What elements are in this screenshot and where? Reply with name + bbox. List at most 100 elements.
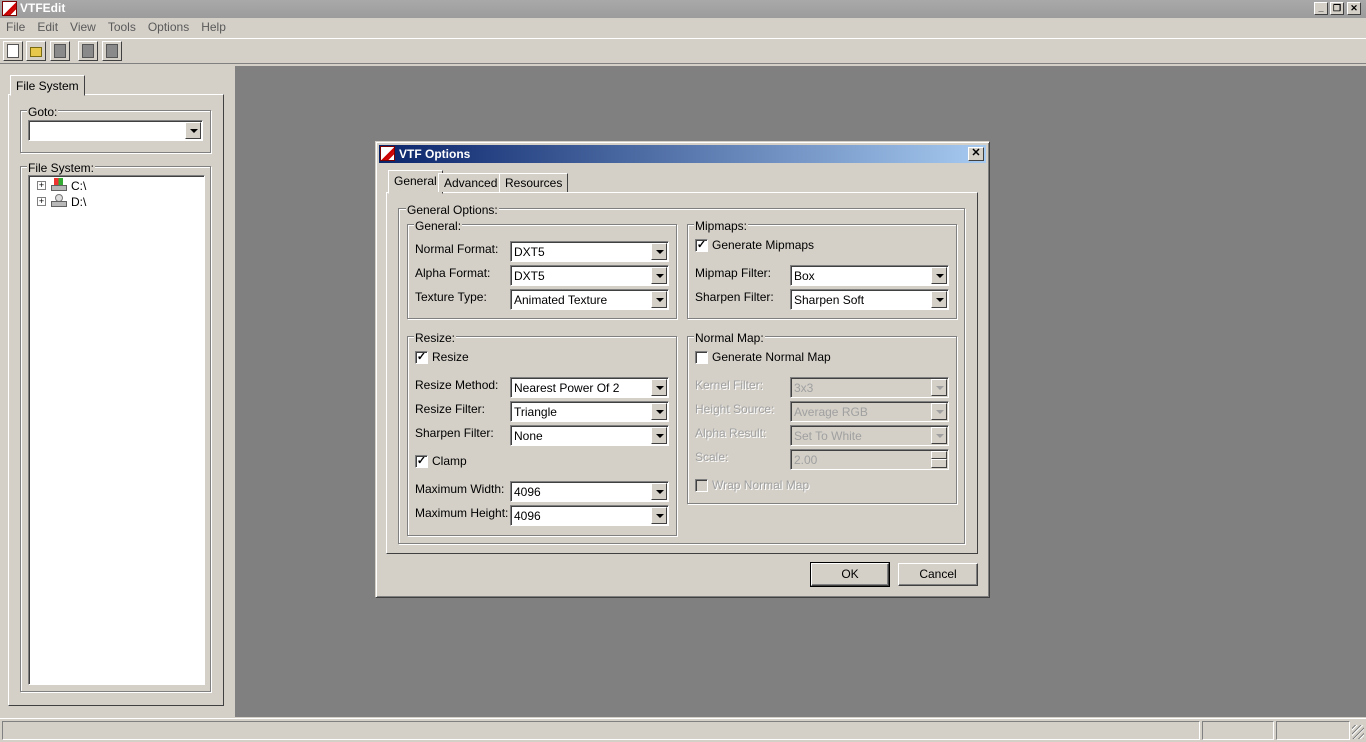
chevron-down-icon[interactable] — [651, 291, 667, 308]
generate-normal-map-checkbox[interactable] — [695, 351, 708, 364]
chevron-down-icon[interactable] — [931, 403, 947, 420]
chevron-down-icon[interactable] — [651, 403, 667, 420]
new-button[interactable] — [3, 41, 23, 61]
spin-up-icon[interactable] — [931, 451, 947, 459]
left-panel: File System Goto: File System: + C:\ + D… — [0, 65, 234, 717]
mipmap-sharpen-select[interactable]: Sharpen Soft — [790, 289, 949, 310]
dialog-close-icon[interactable]: ✕ — [968, 147, 984, 161]
clamp-label: Clamp — [432, 454, 467, 468]
wrap-normal-map-label: Wrap Normal Map — [712, 478, 810, 492]
tree-node-c[interactable]: + C:\ — [37, 178, 187, 194]
status-bar — [0, 718, 1366, 742]
chevron-down-icon[interactable] — [651, 243, 667, 260]
chevron-down-icon[interactable] — [931, 427, 947, 444]
ok-button[interactable]: OK — [810, 562, 890, 587]
max-width-value: 4096 — [514, 485, 541, 499]
resize-method-select[interactable]: Nearest Power Of 2 — [510, 377, 669, 398]
menu-view[interactable]: View — [64, 18, 102, 34]
menu-tools[interactable]: Tools — [102, 18, 142, 34]
max-height-value: 4096 — [514, 509, 541, 523]
expand-icon[interactable]: + — [37, 181, 46, 190]
resize-label: Resize — [432, 350, 469, 364]
texture-type-select[interactable]: Animated Texture — [510, 289, 669, 310]
tree-node-d[interactable]: + D:\ — [37, 194, 187, 210]
menu-options[interactable]: Options — [142, 18, 195, 34]
chevron-down-icon[interactable] — [931, 379, 947, 396]
close-icon[interactable]: ✕ — [1347, 2, 1361, 15]
tree-label-d: D:\ — [71, 195, 87, 209]
chevron-down-icon[interactable] — [651, 507, 667, 524]
tab-resources-label: Resources — [505, 176, 563, 190]
tab-resources[interactable]: Resources — [499, 173, 569, 192]
expand-icon[interactable]: + — [37, 197, 46, 206]
mipmap-sharpen-value: Sharpen Soft — [794, 293, 865, 307]
kernel-filter-select[interactable]: 3x3 — [790, 377, 949, 398]
kernel-filter-value: 3x3 — [794, 381, 814, 395]
resize-sharpen-label: Sharpen Filter: — [415, 426, 494, 440]
drive-c-icon — [51, 178, 67, 192]
mipmap-sharpen-label: Sharpen Filter: — [695, 290, 774, 304]
status-panel-main — [2, 721, 1200, 740]
chevron-down-icon[interactable] — [931, 291, 947, 308]
tab-general[interactable]: General — [388, 170, 443, 194]
alpha-result-value: Set To White — [794, 429, 862, 443]
paste-button[interactable] — [102, 41, 122, 61]
mipmaps-group-label: Mipmaps: — [694, 219, 749, 233]
open-icon — [30, 47, 42, 57]
goto-combo[interactable] — [28, 120, 203, 141]
resize-sharpen-select[interactable]: None — [510, 425, 669, 446]
mipmap-filter-select[interactable]: Box — [790, 265, 949, 286]
chevron-down-icon[interactable] — [651, 379, 667, 396]
alpha-format-select[interactable]: DXT5 — [510, 265, 669, 286]
general-options-label: General Options: — [406, 203, 499, 217]
resize-filter-label: Resize Filter: — [415, 402, 486, 416]
alpha-format-value: DXT5 — [514, 269, 545, 283]
app-title-bar: VTFEdit _ ❐ ✕ — [0, 0, 1366, 18]
tab-file-system[interactable]: File System — [10, 75, 85, 96]
cancel-button[interactable]: Cancel — [898, 563, 978, 586]
chevron-down-icon[interactable] — [651, 267, 667, 284]
wrap-normal-map-checkbox[interactable] — [695, 479, 708, 492]
open-button[interactable] — [26, 41, 46, 61]
resize-filter-value: Triangle — [514, 405, 557, 419]
kernel-filter-label: Kernel Filter: — [695, 378, 764, 392]
windows-flag-icon — [54, 178, 63, 185]
minimize-icon[interactable]: _ — [1314, 2, 1328, 15]
generate-mipmaps-checkbox[interactable]: ✓ — [695, 239, 708, 252]
spin-down-icon[interactable] — [931, 459, 947, 468]
menu-bar: File Edit View Tools Options Help — [0, 18, 1366, 38]
resize-method-label: Resize Method: — [415, 378, 499, 392]
file-system-label: File System: — [27, 161, 96, 175]
menu-edit[interactable]: Edit — [31, 18, 64, 34]
texture-type-label: Texture Type: — [415, 290, 487, 304]
clamp-checkbox[interactable]: ✓ — [415, 455, 428, 468]
chevron-down-icon[interactable] — [651, 427, 667, 444]
normal-map-group-label: Normal Map: — [694, 331, 765, 345]
resize-filter-select[interactable]: Triangle — [510, 401, 669, 422]
resize-checkbox[interactable]: ✓ — [415, 351, 428, 364]
file-system-tree[interactable]: + C:\ + D:\ — [28, 175, 205, 685]
max-height-select[interactable]: 4096 — [510, 505, 669, 526]
copy-button[interactable] — [78, 41, 98, 61]
chevron-down-icon[interactable] — [185, 122, 201, 139]
height-source-select[interactable]: Average RGB — [790, 401, 949, 422]
vtfedit-app-icon — [2, 1, 17, 16]
generate-normal-map-label: Generate Normal Map — [712, 350, 831, 364]
drive-body — [51, 201, 67, 207]
copy-icon — [82, 44, 94, 58]
chevron-down-icon[interactable] — [651, 483, 667, 500]
chevron-down-icon[interactable] — [931, 267, 947, 284]
scale-spinner[interactable]: 2.00 — [790, 449, 949, 470]
menu-help[interactable]: Help — [195, 18, 232, 34]
paste-icon — [106, 44, 118, 58]
max-width-select[interactable]: 4096 — [510, 481, 669, 502]
resize-grip-icon[interactable] — [1352, 725, 1364, 739]
alpha-result-select[interactable]: Set To White — [790, 425, 949, 446]
restore-icon[interactable]: ❐ — [1330, 2, 1344, 15]
tab-advanced[interactable]: Advanced — [438, 173, 504, 192]
menu-file[interactable]: File — [0, 18, 31, 34]
tab-advanced-label: Advanced — [444, 176, 498, 190]
normal-format-select[interactable]: DXT5 — [510, 241, 669, 262]
save-button[interactable] — [50, 41, 70, 61]
dialog-title-bar[interactable]: VTF Options ✕ — [379, 145, 986, 163]
